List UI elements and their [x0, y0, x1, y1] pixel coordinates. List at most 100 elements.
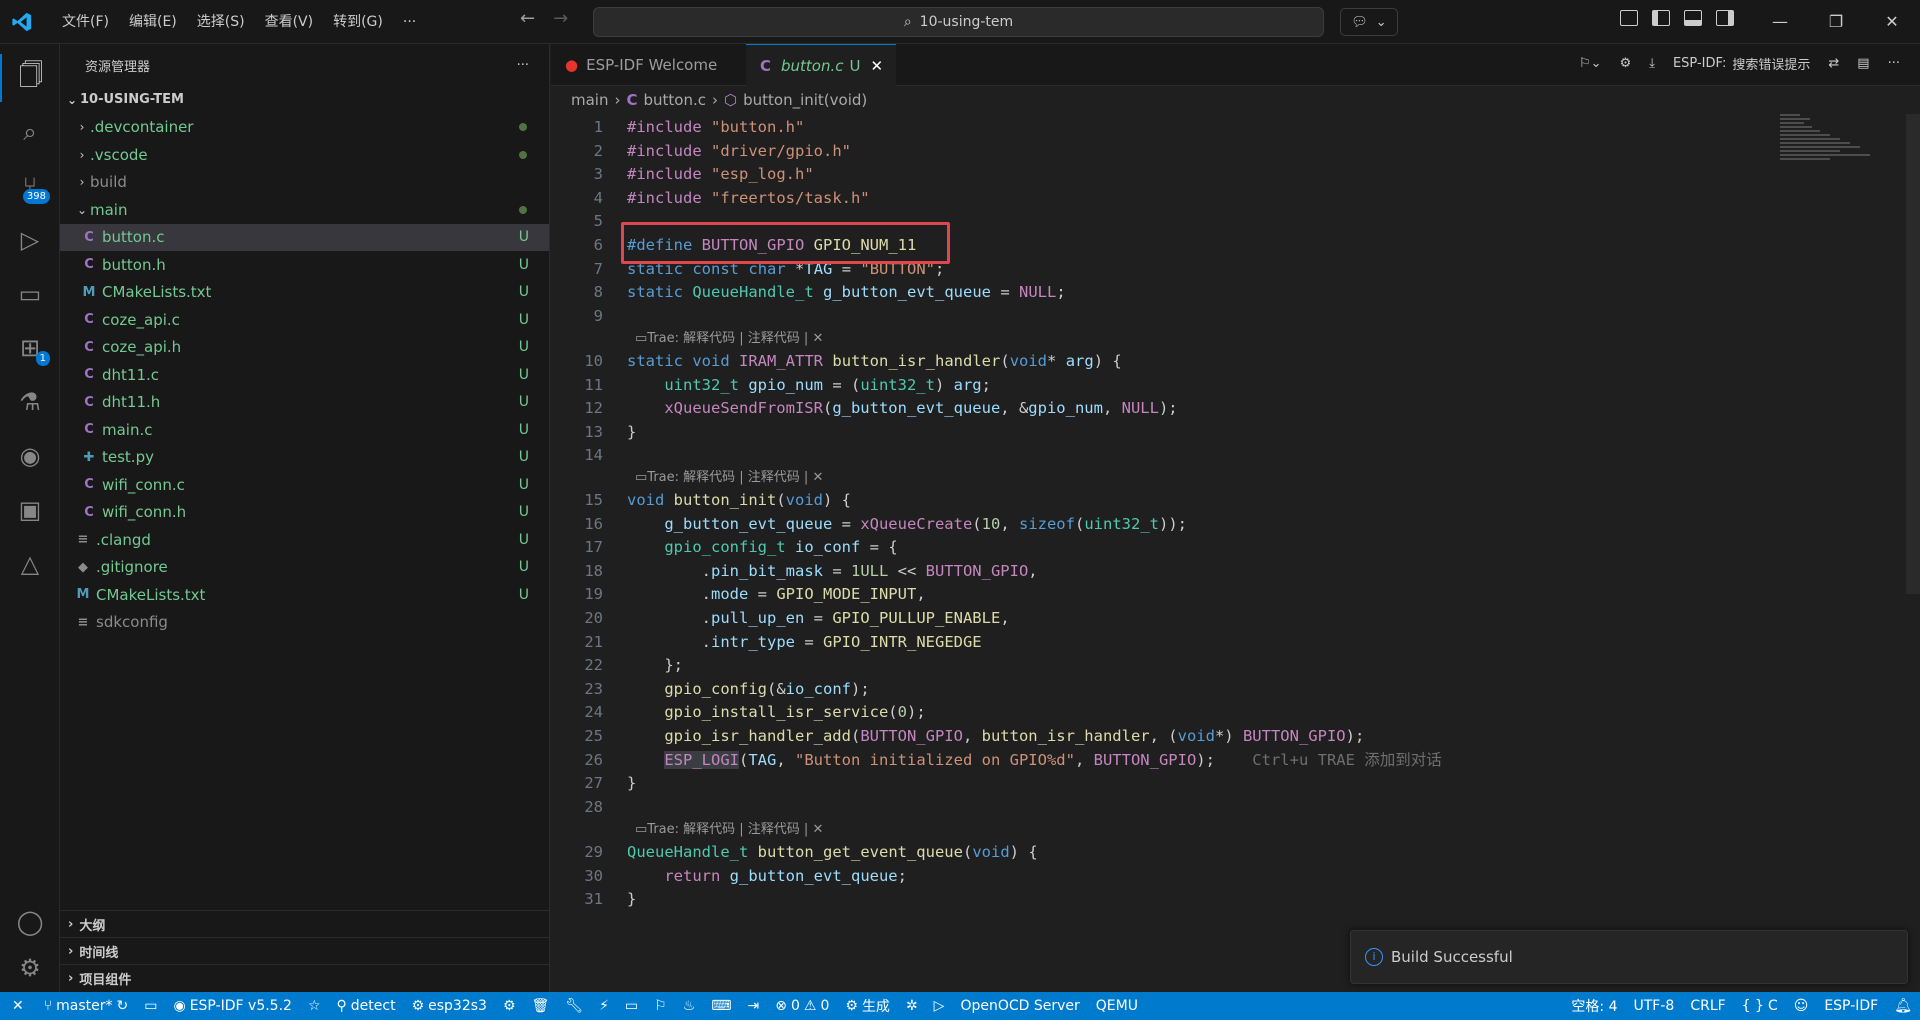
- tree-item[interactable]: M CMakeLists.txt U: [60, 581, 549, 609]
- menu-selection[interactable]: 选择(S): [187, 8, 255, 36]
- encoding[interactable]: UTF-8: [1626, 998, 1683, 1014]
- breadcrumb-file[interactable]: button.c: [644, 91, 707, 109]
- breadcrumb-folder[interactable]: main: [571, 91, 608, 109]
- codelens-trae[interactable]: ▭Trae: 解释代码 | 注释代码 | ✕: [635, 467, 823, 489]
- editor-scrollbar[interactable]: [1906, 114, 1920, 594]
- tree-item[interactable]: Ccoze_api.h U: [60, 334, 549, 362]
- language-mode[interactable]: { } C: [1734, 998, 1786, 1014]
- testing-flask-icon[interactable]: ⚗: [0, 378, 60, 426]
- tree-item[interactable]: Cwifi_conn.c U: [60, 471, 549, 499]
- build-notification[interactable]: i Build Successful: [1350, 930, 1908, 984]
- explorer-more-button[interactable]: ···: [517, 58, 529, 73]
- run-actions-icon[interactable]: ⚐⌄: [1579, 56, 1602, 71]
- toggle-secondary-sidebar-icon[interactable]: [1716, 10, 1734, 26]
- openocd-server[interactable]: OpenOCD Server: [952, 998, 1087, 1014]
- run-debug-icon[interactable]: ▷: [0, 216, 60, 264]
- tree-item[interactable]: Cmain.c U: [60, 416, 549, 444]
- tree-item[interactable]: ✚ test.py U: [60, 444, 549, 472]
- menu-edit[interactable]: 编辑(E): [119, 8, 187, 36]
- build-button[interactable]: ⚙ 生成: [837, 996, 898, 1016]
- flash-download-icon[interactable]: ⤓: [1649, 56, 1655, 71]
- extensions-icon[interactable]: ⊞ 1: [0, 324, 60, 372]
- breadcrumb-symbol[interactable]: button_init(void): [743, 91, 867, 109]
- tree-item[interactable]: ⌄ main: [60, 196, 549, 224]
- minimize-icon[interactable]: —: [1752, 8, 1808, 36]
- monitor-icon[interactable]: ▭: [617, 998, 646, 1014]
- detect-port[interactable]: ⚲ detect: [329, 998, 404, 1014]
- tree-item[interactable]: ≡ sdkconfig: [60, 609, 549, 637]
- codelens-trae[interactable]: ▭Trae: 解释代码 | 注释代码 | ✕: [635, 328, 823, 350]
- remote-explorer-icon[interactable]: ▭: [0, 270, 60, 318]
- toggle-panel-icon[interactable]: [1684, 10, 1702, 26]
- tree-item[interactable]: › .vscode: [60, 141, 549, 169]
- sdkconfig-gear-icon[interactable]: ⚙: [495, 998, 524, 1014]
- restore-icon[interactable]: ❐: [1808, 8, 1864, 36]
- codelens-trae[interactable]: ▭Trae: 解释代码 | 注释代码 | ✕: [635, 819, 823, 841]
- full-clean-trash-icon[interactable]: 🗑︎: [524, 998, 558, 1014]
- tree-item[interactable]: ≡ .clangd U: [60, 526, 549, 554]
- tree-item[interactable]: › .devcontainer: [60, 114, 549, 142]
- split-editor-icon[interactable]: ▤: [1857, 56, 1869, 71]
- run-icon[interactable]: ▷: [926, 998, 953, 1014]
- tree-item[interactable]: Cdht11.c U: [60, 361, 549, 389]
- tree-item[interactable]: › build: [60, 169, 549, 197]
- trae-icon[interactable]: △: [0, 540, 60, 588]
- tree-item[interactable]: Cwifi_conn.h U: [60, 499, 549, 527]
- build-wrench-icon[interactable]: 🔧︎: [557, 998, 591, 1014]
- chat-button[interactable]: 💬︎ ⌄: [1340, 8, 1398, 36]
- line-endings[interactable]: CRLF: [1682, 998, 1733, 1014]
- bug-icon[interactable]: ✲: [898, 998, 926, 1014]
- problems-indicator[interactable]: ⊗ 0 ⚠ 0: [767, 998, 837, 1014]
- esp-idf-label[interactable]: ESP-IDF:: [1673, 56, 1726, 71]
- menu-view[interactable]: 查看(V): [255, 8, 324, 36]
- gear-icon[interactable]: ⚙: [1620, 56, 1632, 71]
- compare-changes-icon[interactable]: ⇄: [1828, 56, 1839, 71]
- forward-arrow-icon[interactable]: →: [553, 8, 568, 29]
- tab-button-c[interactable]: C button.c U ✕: [746, 44, 896, 86]
- layout-customize-icon[interactable]: [1620, 10, 1638, 26]
- qemu-button[interactable]: QEMU: [1088, 998, 1146, 1014]
- remote-indicator-icon[interactable]: ✕: [0, 998, 36, 1014]
- toggle-sidebar-icon[interactable]: [1652, 10, 1670, 26]
- tree-item[interactable]: Cbutton.h U: [60, 251, 549, 279]
- timeline-section[interactable]: › 时间线: [60, 937, 550, 964]
- target-device[interactable]: ⚙ esp32s3: [404, 998, 495, 1014]
- close-tab-icon[interactable]: ✕: [871, 57, 884, 75]
- tree-item[interactable]: Ccoze_api.c U: [60, 306, 549, 334]
- source-control-icon[interactable]: ⑂ 398: [0, 162, 60, 210]
- more-actions-icon[interactable]: ···: [1888, 56, 1900, 71]
- tab-esp-idf-welcome[interactable]: ● ESP-IDF Welcome: [551, 44, 746, 86]
- minimap[interactable]: [1780, 114, 1900, 194]
- star-icon[interactable]: ☆: [300, 998, 329, 1014]
- tree-item[interactable]: ◆ .gitignore U: [60, 554, 549, 582]
- notifications-bell-icon[interactable]: 🔔︎: [1886, 998, 1920, 1014]
- esp-idf-status[interactable]: ESP-IDF: [1816, 998, 1886, 1014]
- command-center-search[interactable]: ⌕ 10-using-tem: [593, 7, 1324, 37]
- settings-gear-icon[interactable]: ⚙: [0, 944, 60, 992]
- close-window-icon[interactable]: ✕: [1864, 8, 1920, 36]
- account-icon[interactable]: ◯: [0, 898, 60, 946]
- branch-indicator[interactable]: ⑂ master* ↻: [36, 998, 137, 1014]
- copilot-icon[interactable]: ☺: [1786, 998, 1817, 1014]
- explorer-icon[interactable]: 🗍︎: [0, 54, 60, 102]
- esp-search-errors[interactable]: 搜索错误提示: [1732, 54, 1810, 73]
- indentation[interactable]: 空格: 4: [1563, 996, 1625, 1016]
- flame-icon[interactable]: ♨: [675, 998, 704, 1014]
- tree-item[interactable]: M CMakeLists.txt U: [60, 279, 549, 307]
- workspace-icon[interactable]: ▭: [136, 998, 165, 1014]
- debug-icon[interactable]: ⚐: [646, 998, 675, 1014]
- tree-item[interactable]: Cdht11.h U: [60, 389, 549, 417]
- back-arrow-icon[interactable]: ←: [520, 8, 535, 29]
- idf-version[interactable]: ◉ ESP-IDF v5.5.2: [165, 998, 299, 1014]
- flash-bolt-icon[interactable]: ⚡︎: [591, 998, 617, 1014]
- espressif-icon[interactable]: ◉: [0, 432, 60, 480]
- tree-item[interactable]: Cbutton.c U: [60, 223, 549, 251]
- tree-root-folder[interactable]: ⌄ 10-USING-TEM: [60, 86, 549, 114]
- menu-more[interactable]: ···: [393, 8, 426, 36]
- menu-file[interactable]: 文件(F): [52, 8, 119, 36]
- search-view-icon[interactable]: ⌕: [0, 108, 60, 156]
- outline-section[interactable]: › 大纲: [60, 910, 550, 937]
- terminal-icon[interactable]: ⌨︎: [703, 998, 739, 1014]
- device-icon[interactable]: ▣: [0, 486, 60, 534]
- menu-go[interactable]: 转到(G): [323, 8, 393, 36]
